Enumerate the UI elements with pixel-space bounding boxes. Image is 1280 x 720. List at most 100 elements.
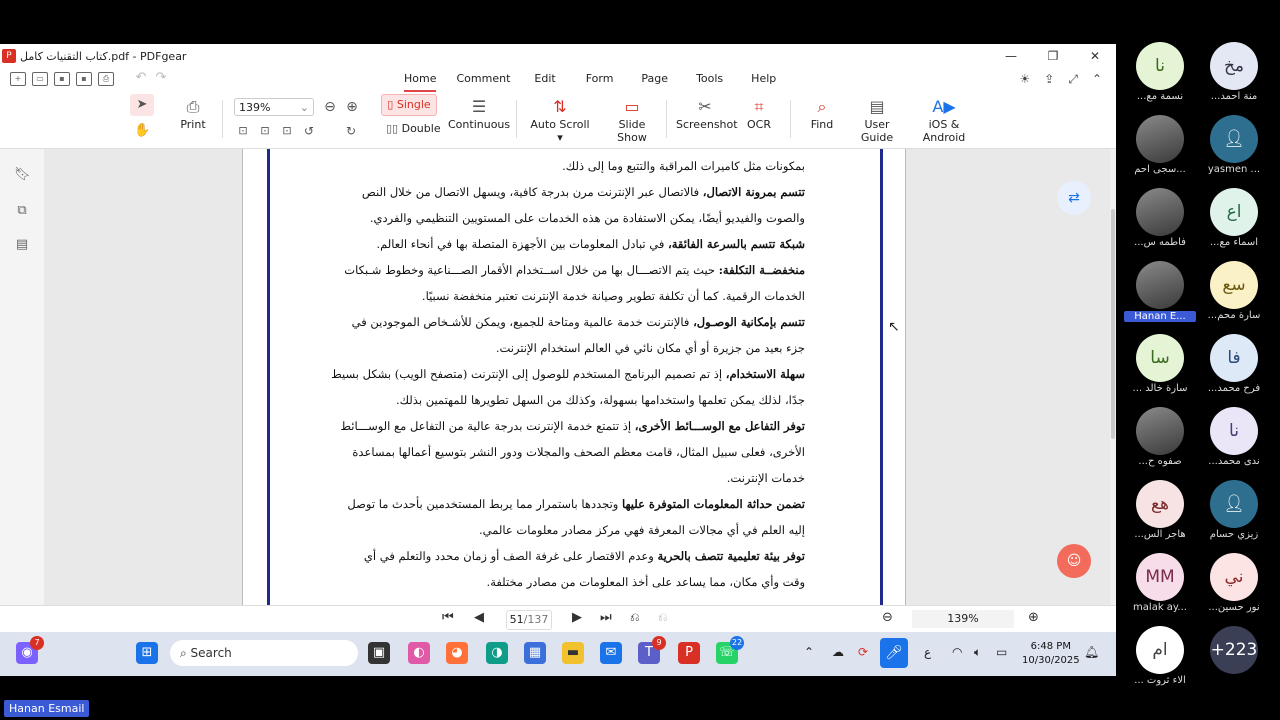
zoom-out-bottom-icon[interactable]: ⊖	[882, 610, 893, 625]
zoom-select[interactable]: 139% ⌄	[234, 98, 314, 116]
new-file-icon[interactable]: +	[10, 72, 26, 86]
zoom-in-bottom-icon[interactable]: ⊕	[1028, 610, 1039, 625]
go-back-icon[interactable]: ⎌	[630, 610, 640, 625]
participant-tile[interactable]: Hanan E...	[1120, 261, 1200, 322]
auto-scroll-button[interactable]: ⇅ Auto Scroll ▾	[528, 96, 592, 144]
rotate-left-icon[interactable]: ↺	[302, 120, 316, 142]
store-icon[interactable]: ▦	[524, 642, 546, 664]
firefox-icon[interactable]: ◕	[446, 642, 468, 664]
actual-size-icon[interactable]: ⊡	[236, 120, 250, 142]
share-icon[interactable]: ⇪	[1044, 72, 1054, 87]
ios-android-button[interactable]: A▶ iOS & Android	[908, 96, 980, 144]
participant-tile[interactable]: ني ...نور حسين	[1194, 553, 1274, 613]
zoom-level-field[interactable]: 139%	[912, 610, 1014, 628]
microphone-icon[interactable]: 🎤︎	[880, 638, 908, 668]
continuous-button[interactable]: ☰ Continuous	[448, 96, 510, 131]
tab-tools[interactable]: Tools	[696, 68, 723, 90]
bookmark-icon[interactable]: 🔖︎	[14, 167, 31, 183]
undo-icon[interactable]: ↶	[134, 71, 148, 84]
participant-tile[interactable]: ...صفوه ح	[1120, 407, 1200, 467]
copilot-app-icon[interactable]: ◐	[408, 642, 430, 664]
page-number-field[interactable]: 51/137	[506, 610, 552, 630]
translate-icon[interactable]: ⇄	[1057, 181, 1091, 215]
next-page-icon[interactable]: ▶	[572, 610, 582, 625]
zoom-in-icon[interactable]: ⊕	[344, 96, 360, 118]
open-folder-icon[interactable]: ▭	[32, 72, 48, 86]
scroll-thumb[interactable]	[1111, 209, 1115, 439]
print-button[interactable]: ⎙ Print	[176, 96, 210, 131]
participant-tile[interactable]: نا ...نسمة مع	[1120, 42, 1200, 102]
rotate-right-icon[interactable]: ↻	[344, 120, 358, 142]
tab-form[interactable]: Form	[586, 68, 614, 90]
participant-tile[interactable]: فا ...فرح محمد	[1194, 334, 1274, 394]
theme-icon[interactable]: ☀	[1020, 72, 1031, 87]
copilot-widget-icon[interactable]: ◉ 7	[16, 636, 44, 664]
notifications-icon[interactable]: 🔔︎	[1084, 645, 1099, 659]
document-area[interactable]: بمكونات مثل كاميرات المراقبة والتتبع وما…	[44, 149, 1116, 649]
start-icon[interactable]: ⊞	[136, 642, 158, 664]
user-guide-button[interactable]: ▤ User Guide	[848, 96, 906, 144]
thumbnails-icon[interactable]: ⧉	[14, 203, 30, 219]
last-page-icon[interactable]: ⏭	[600, 610, 612, 625]
participant-tile[interactable]: سا... سارة خالد	[1120, 334, 1200, 394]
ocr-button[interactable]: ⌗ OCR	[742, 96, 776, 131]
zoom-out-icon[interactable]: ⊖	[322, 96, 338, 118]
recording-icon[interactable]: ⟳	[858, 645, 868, 659]
edge-icon[interactable]: ◑	[486, 642, 508, 664]
participant-tile[interactable]: MM malak ay...	[1120, 553, 1200, 613]
fit-width-icon[interactable]: ⊡	[280, 120, 294, 142]
quick-print-icon[interactable]: ⎙	[98, 72, 114, 86]
previous-page-icon[interactable]: ◀	[474, 610, 484, 625]
whatsapp-icon[interactable]: ☏ 22	[716, 636, 744, 664]
system-clock[interactable]: 6:48 PM 10/30/2025	[1022, 640, 1080, 668]
close-button[interactable]: ✕	[1074, 44, 1116, 68]
fullscreen-icon[interactable]: ⤢	[1068, 72, 1078, 87]
redo-icon[interactable]: ↷	[154, 71, 168, 84]
collapse-ribbon-icon[interactable]: ⌃	[1092, 72, 1102, 87]
find-button[interactable]: ⌕ Find	[806, 96, 838, 131]
ai-assistant-icon[interactable]: ☺	[1057, 544, 1091, 578]
participant-tile[interactable]: اع ...اسماء مع	[1194, 188, 1274, 248]
participant-tile[interactable]: هع ...هاجر الس	[1120, 480, 1200, 540]
participant-tile[interactable]: نا ...ندى محمد	[1194, 407, 1274, 467]
participant-tile[interactable]: مخ ...منة احمد	[1194, 42, 1274, 102]
first-page-icon[interactable]: ⏮	[442, 610, 454, 625]
tab-home[interactable]: Home	[404, 68, 437, 92]
screenshot-button[interactable]: ✂ Screenshot	[676, 96, 738, 131]
save-icon[interactable]: ▪	[54, 72, 70, 86]
file-explorer-icon[interactable]: ▬	[562, 642, 584, 664]
select-arrow-icon[interactable]: ➤	[134, 94, 150, 116]
comments-icon[interactable]: ▤	[14, 237, 30, 253]
show-hidden-icons[interactable]: ⌃	[804, 645, 814, 659]
single-page-button[interactable]: ▯ Single	[381, 94, 437, 116]
save-as-icon[interactable]: ▪	[76, 72, 92, 86]
taskbar-search[interactable]: ⌕ Search	[170, 640, 358, 666]
hand-tool-icon[interactable]: ✋	[134, 120, 150, 142]
participant-tile[interactable]: +223	[1194, 626, 1274, 674]
participant-tile[interactable]: سجى احم...	[1120, 115, 1200, 175]
outlook-icon[interactable]: ✉	[600, 642, 622, 664]
participant-tile[interactable]: ام... الاء ثروت	[1120, 626, 1200, 686]
slide-show-button[interactable]: ▭ Slide Show	[602, 96, 662, 144]
tab-edit[interactable]: Edit	[534, 68, 555, 90]
tab-help[interactable]: Help	[751, 68, 776, 90]
tab-page[interactable]: Page	[641, 68, 668, 90]
pdfgear-taskbar-icon[interactable]: P	[678, 642, 700, 664]
double-page-button[interactable]: ▯▯ Double	[386, 122, 442, 135]
teams-icon[interactable]: T9	[638, 636, 666, 664]
go-forward-icon[interactable]: ⎌	[658, 610, 668, 625]
wifi-icon[interactable]: ◠	[952, 645, 962, 659]
fit-page-icon[interactable]: ⊡	[258, 120, 272, 142]
onedrive-icon[interactable]: ☁	[832, 645, 844, 659]
participant-tile[interactable]: سع ...سارة محم	[1194, 261, 1274, 321]
participant-tile[interactable]: 👤︎ yasmen ...	[1194, 115, 1274, 175]
participant-tile[interactable]: 👤︎ زيزي حسام	[1194, 480, 1274, 540]
tab-comment[interactable]: Comment	[456, 68, 510, 90]
battery-icon[interactable]: ▭	[996, 645, 1007, 659]
input-language-indicator[interactable]: ع	[924, 645, 931, 659]
maximize-button[interactable]: ❐	[1032, 44, 1074, 68]
task-view-icon[interactable]: ▣	[368, 642, 390, 664]
participant-tile[interactable]: ...فاطمه س	[1120, 188, 1200, 248]
minimize-button[interactable]: —	[990, 44, 1032, 68]
volume-icon[interactable]: 🔈︎	[974, 645, 981, 660]
